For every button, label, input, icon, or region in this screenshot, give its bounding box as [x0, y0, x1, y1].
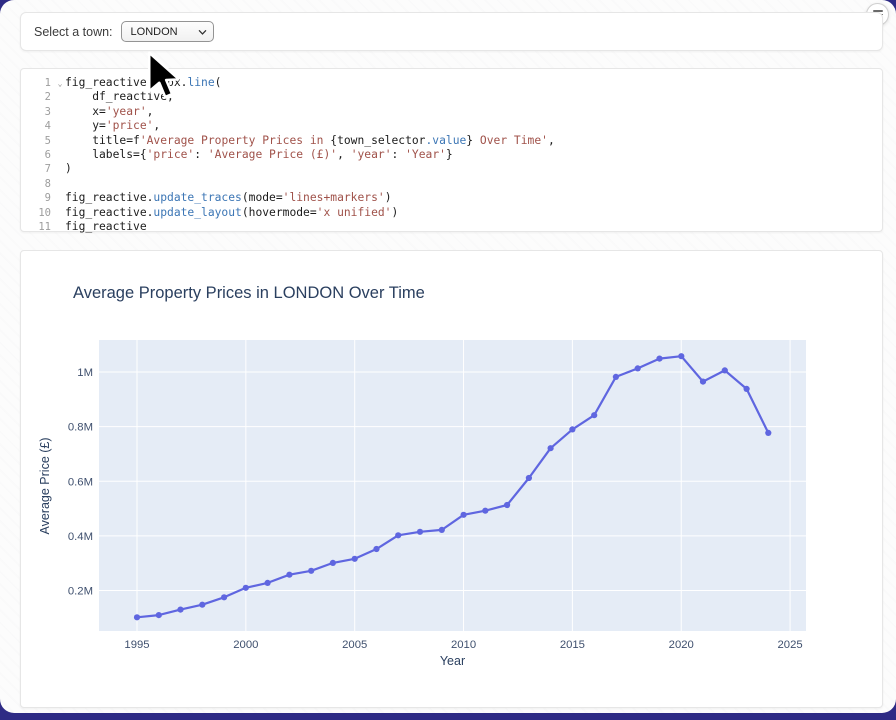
chart-output-cell: Average Property Prices in LONDON Over T…	[20, 250, 883, 708]
x-tick-label: 2010	[451, 639, 476, 651]
line-number: 9	[21, 191, 55, 205]
fold-spacer	[55, 105, 65, 119]
data-point-marker[interactable]	[308, 568, 314, 574]
line-chart-canvas[interactable]: 0.2M 0.4M 0.6M 0.8M 1M 1995 2000 2005 2010 2015 20…	[21, 251, 882, 705]
town-select-dropdown[interactable]: LONDON	[121, 21, 214, 42]
data-point-marker[interactable]	[177, 607, 183, 613]
y-tick-label: 0.4M	[68, 531, 93, 543]
data-point-marker[interactable]	[286, 572, 292, 578]
code-lines: 1⌄fig_reactive = px.line(2 df_reactive,3…	[21, 76, 882, 234]
data-point-marker[interactable]	[678, 353, 684, 359]
code-editor-cell[interactable]: 1⌄fig_reactive = px.line(2 df_reactive,3…	[20, 68, 883, 232]
plot-background	[99, 340, 806, 631]
notebook-app-card: Select a town: LONDON 1⌄fig_reactive = p…	[0, 0, 896, 713]
data-point-marker[interactable]	[243, 585, 249, 591]
fold-spacer	[55, 220, 65, 234]
y-tick-label: 1M	[77, 367, 93, 379]
data-point-marker[interactable]	[156, 612, 162, 618]
data-point-marker[interactable]	[700, 379, 706, 385]
code-line: 4 y='price',	[21, 119, 882, 133]
data-point-marker[interactable]	[461, 512, 467, 518]
code-line: 5 title=f'Average Property Prices in {to…	[21, 134, 882, 148]
data-point-marker[interactable]	[482, 508, 488, 514]
data-point-marker[interactable]	[526, 475, 532, 481]
fold-spacer	[55, 177, 65, 191]
data-point-marker[interactable]	[765, 430, 771, 436]
fold-spacer	[55, 206, 65, 220]
fold-spacer	[55, 148, 65, 162]
code-line: 6 labels={'price': 'Average Price (£)', …	[21, 148, 882, 162]
line-number: 1	[21, 76, 55, 90]
line-number: 8	[21, 177, 55, 191]
line-number: 7	[21, 162, 55, 176]
data-point-marker[interactable]	[591, 412, 597, 418]
data-point-marker[interactable]	[417, 529, 423, 535]
data-point-marker[interactable]	[548, 445, 554, 451]
town-select-label: Select a town:	[34, 25, 113, 39]
data-point-marker[interactable]	[504, 502, 510, 508]
data-point-marker[interactable]	[613, 374, 619, 380]
x-tick-label: 2015	[560, 639, 585, 651]
data-point-marker[interactable]	[635, 365, 641, 371]
fold-chevron-icon[interactable]: ⌄	[55, 76, 65, 90]
data-point-marker[interactable]	[569, 426, 575, 432]
line-number: 5	[21, 134, 55, 148]
code-line: 2 df_reactive,	[21, 90, 882, 104]
fold-spacer	[55, 162, 65, 176]
x-tick-label: 1995	[124, 639, 149, 651]
data-point-marker[interactable]	[265, 580, 271, 586]
fold-spacer	[55, 90, 65, 104]
data-point-marker[interactable]	[134, 614, 140, 620]
fold-spacer	[55, 191, 65, 205]
chevron-down-icon	[198, 28, 207, 37]
line-number: 11	[21, 220, 55, 234]
code-line: 1⌄fig_reactive = px.line(	[21, 76, 882, 90]
data-point-marker[interactable]	[373, 546, 379, 552]
y-tick-label: 0.8M	[68, 422, 93, 434]
line-number: 10	[21, 206, 55, 220]
line-number: 2	[21, 90, 55, 104]
town-selector-cell: Select a town: LONDON	[20, 12, 883, 51]
x-axis-title: Year	[99, 654, 806, 668]
code-line: 10fig_reactive.update_layout(hovermode='…	[21, 206, 882, 220]
y-tick-label: 0.2M	[68, 586, 93, 598]
data-point-marker[interactable]	[330, 560, 336, 566]
code-line: 7)	[21, 162, 882, 176]
data-point-marker[interactable]	[656, 356, 662, 362]
data-point-marker[interactable]	[395, 532, 401, 538]
x-tick-label: 2005	[342, 639, 367, 651]
fold-spacer	[55, 119, 65, 133]
line-number: 4	[21, 119, 55, 133]
code-line: 11fig_reactive	[21, 220, 882, 234]
data-point-marker[interactable]	[439, 527, 445, 533]
code-line: 9fig_reactive.update_traces(mode='lines+…	[21, 191, 882, 205]
data-point-marker[interactable]	[352, 556, 358, 562]
x-tick-label: 2000	[233, 639, 258, 651]
town-select-value: LONDON	[131, 26, 178, 38]
data-point-marker[interactable]	[199, 602, 205, 608]
data-point-marker[interactable]	[744, 386, 750, 392]
data-point-marker[interactable]	[722, 367, 728, 373]
line-number: 3	[21, 105, 55, 119]
code-line: 8	[21, 177, 882, 191]
data-point-marker[interactable]	[221, 594, 227, 600]
y-tick-label: 0.6M	[68, 476, 93, 488]
x-tick-label: 2020	[669, 639, 694, 651]
code-line: 3 x='year',	[21, 105, 882, 119]
x-tick-label: 2025	[778, 639, 803, 651]
line-number: 6	[21, 148, 55, 162]
fold-spacer	[55, 134, 65, 148]
